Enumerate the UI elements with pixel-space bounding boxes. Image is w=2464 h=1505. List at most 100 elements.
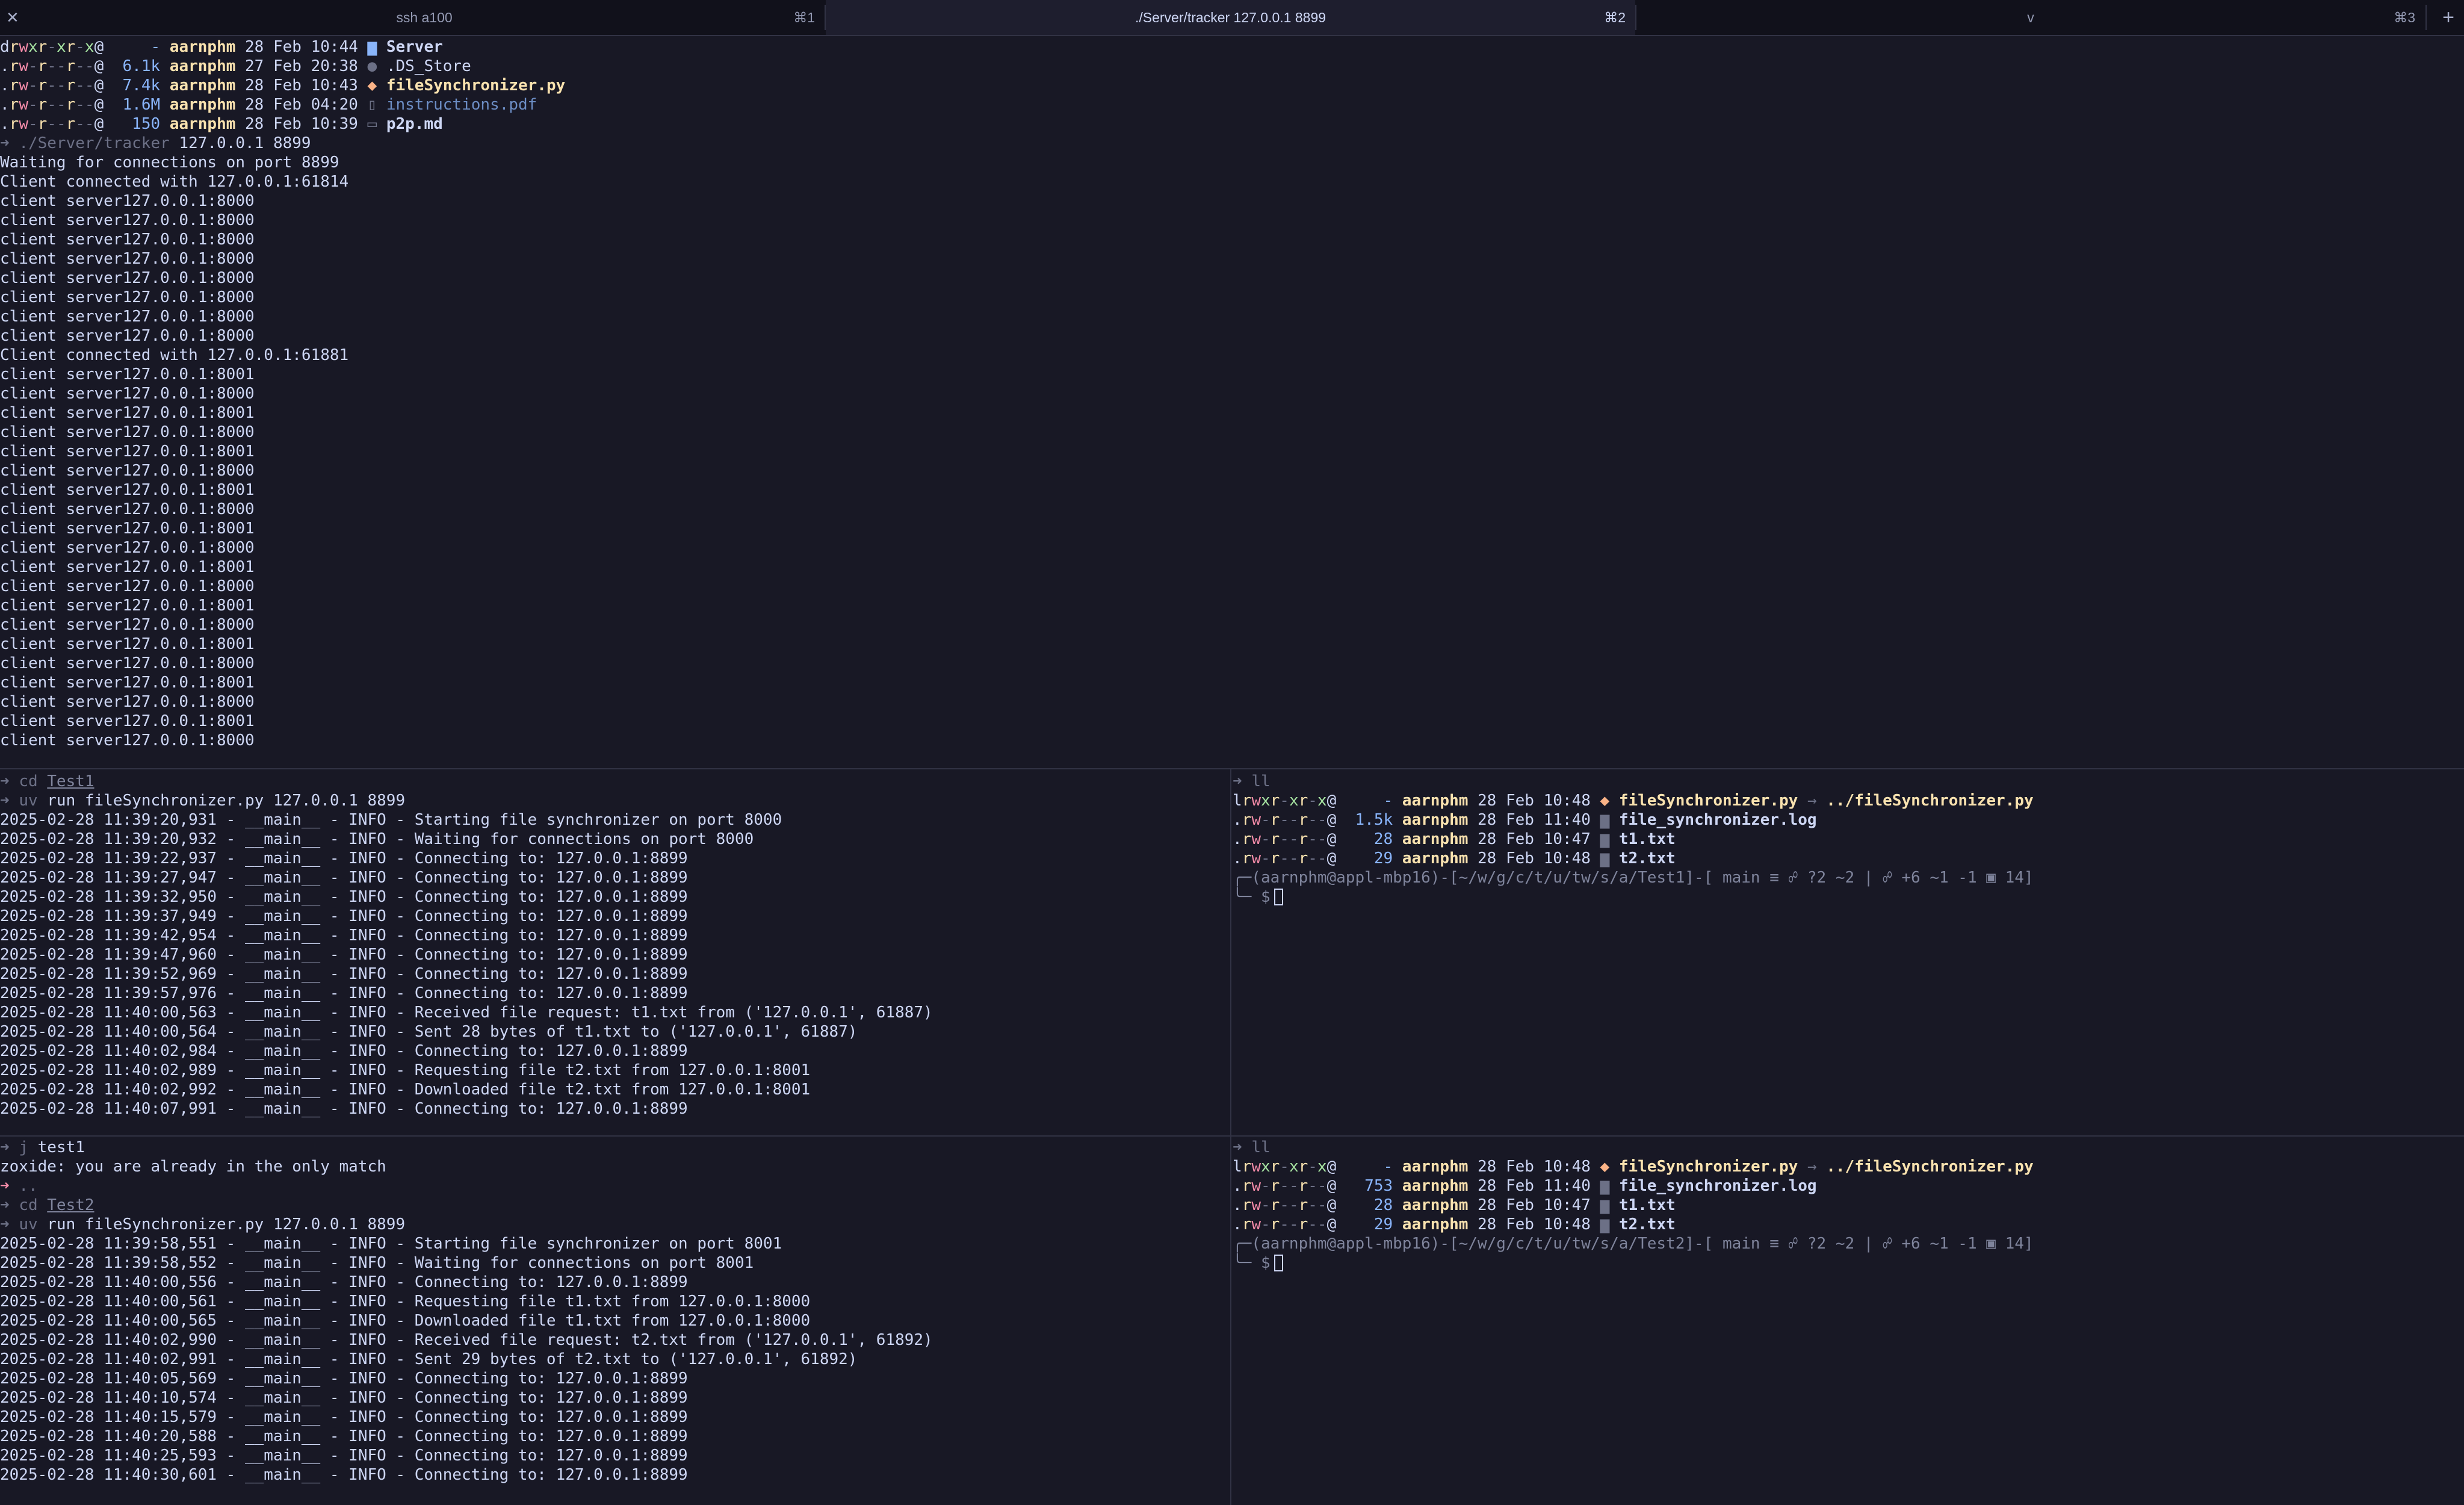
log-line: 2025-02-28 11:39:47,960 - __main__ - INF… — [0, 946, 688, 964]
log-line: 2025-02-28 11:39:52,969 - __main__ - INF… — [0, 965, 688, 983]
file-date: 28 Feb 10:48 — [1478, 792, 1591, 810]
log-line: 2025-02-28 11:40:15,579 - __main__ - INF… — [0, 1408, 688, 1426]
ls-row: .rw-r--r--@ 29 aarnphm 28 Feb 10:48 ▆ t2… — [1233, 1215, 2464, 1234]
file-icon: ◆ — [1600, 1158, 1610, 1176]
file-size: 150 — [132, 115, 161, 133]
output-line: client server127.0.0.1:8000 — [0, 731, 255, 749]
output-line: client server127.0.0.1:8000 — [0, 423, 255, 441]
file-icon: ◆ — [1600, 792, 1610, 810]
output-line: client server127.0.0.1:8001 — [0, 365, 255, 383]
tab-v[interactable]: v ⌘3 — [1636, 0, 2425, 35]
output-line: client server127.0.0.1:8000 — [0, 327, 255, 345]
pane-divider — [0, 1135, 2464, 1137]
pane-tracker[interactable]: drwxr-xr-x@ - aarnphm 28 Feb 10:44 ▆ Ser… — [0, 37, 2464, 766]
permissions: lrwxr-xr-x@ — [1233, 792, 1337, 810]
pane-test2[interactable]: ➜ j test1 zoxide: you are already in the… — [0, 1138, 1229, 1505]
file-size: 28 — [1373, 830, 1393, 848]
permissions: .rw-r--r--@ — [1233, 849, 1337, 867]
permissions: lrwxr-xr-x@ — [1233, 1158, 1337, 1176]
log-line: 2025-02-28 11:40:02,989 - __main__ - INF… — [0, 1061, 811, 1079]
file-size: 1.5k — [1355, 811, 1393, 829]
file-size: - — [150, 38, 161, 56]
file-owner: aarnphm — [169, 115, 236, 133]
file-size: 29 — [1373, 849, 1393, 867]
output-line: client server127.0.0.1:8001 — [0, 520, 255, 538]
tab-ssh[interactable]: ssh a100 ⌘1 — [24, 0, 825, 35]
ls-row: lrwxr-xr-x@ - aarnphm 28 Feb 10:48 ◆ fil… — [1233, 1157, 2464, 1176]
file-name: Server — [386, 38, 443, 56]
prompt-header: ╭─(aarnphm@appl-mbp16)-[~/w/g/c/t/u/tw/s… — [1233, 1235, 2034, 1253]
permissions: .rw-r--r--@ — [0, 76, 104, 95]
pane-ls-test2[interactable]: ➜ ll lrwxr-xr-x@ - aarnphm 28 Feb 10:48 … — [1233, 1138, 2464, 1505]
file-date: 28 Feb 10:44 — [245, 38, 358, 56]
log-output: 2025-02-28 11:39:20,931 - __main__ - INF… — [0, 810, 1229, 1119]
tab-title: v — [2027, 10, 2034, 25]
output-line: client server127.0.0.1:8001 — [0, 597, 255, 615]
output-line: client server127.0.0.1:8000 — [0, 539, 255, 557]
file-icon: ▆ — [1600, 811, 1610, 829]
output-line: Waiting for connections on port 8899 — [0, 154, 339, 172]
log-line: 2025-02-28 11:40:00,565 - __main__ - INF… — [0, 1312, 811, 1330]
file-size: 6.1k — [122, 57, 161, 75]
file-date: 28 Feb 11:40 — [1478, 811, 1591, 829]
log-line: 2025-02-28 11:39:32,950 - __main__ - INF… — [0, 888, 688, 906]
ls-row: .rw-r--r--@ 1.5k aarnphm 28 Feb 11:40 ▆ … — [1233, 810, 2464, 830]
log-line: 2025-02-28 11:40:00,563 - __main__ - INF… — [0, 1004, 933, 1022]
file-owner: aarnphm — [1402, 830, 1469, 848]
permissions: .rw-r--r--@ — [1233, 1215, 1337, 1233]
output-line: client server127.0.0.1:8000 — [0, 693, 255, 711]
file-size: - — [1383, 792, 1393, 810]
pane-divider — [1230, 769, 1231, 1505]
ll-command: ➜ ll — [1233, 1138, 1271, 1156]
pane-test1[interactable]: ➜ cd Test1 ➜ uv run fileSynchronizer.py … — [0, 772, 1229, 1133]
tab-shortcut: ⌘2 — [1604, 10, 1626, 25]
file-name: fileSynchronizer.py — [386, 76, 566, 95]
prompt-input[interactable]: ╰─ $ — [1233, 1253, 2464, 1273]
file-name: p2p.md — [386, 115, 443, 133]
file-icon: ◆ — [367, 76, 377, 95]
output-line: client server127.0.0.1:8000 — [0, 385, 255, 403]
log-line: 2025-02-28 11:40:02,991 - __main__ - INF… — [0, 1350, 858, 1368]
log-line: 2025-02-28 11:40:05,569 - __main__ - INF… — [0, 1370, 688, 1388]
file-icon: ▆ — [1600, 830, 1610, 848]
file-name: t2.txt — [1618, 1215, 1676, 1233]
permissions: .rw-r--r--@ — [0, 115, 104, 133]
output-line: Client connected with 127.0.0.1:61814 — [0, 173, 349, 191]
file-owner: aarnphm — [1402, 811, 1469, 829]
file-date: 28 Feb 10:48 — [1478, 1215, 1591, 1233]
output-line: client server127.0.0.1:8000 — [0, 250, 255, 268]
file-owner: aarnphm — [1402, 1177, 1469, 1195]
ls-row: .rw-r--r--@ 28 aarnphm 28 Feb 10:47 ▆ t1… — [1233, 1196, 2464, 1215]
run-command: ➜ uv run fileSynchronizer.py 127.0.0.1 8… — [0, 1215, 406, 1233]
file-date: 28 Feb 10:43 — [245, 76, 358, 95]
link-arrow: → — [1807, 792, 1817, 810]
tracker-output: Waiting for connections on port 8899 Clie… — [0, 153, 2464, 750]
file-size: 29 — [1373, 1215, 1393, 1233]
link-target: ../fileSynchronizer.py — [1826, 1158, 2034, 1176]
file-date: 28 Feb 10:48 — [1478, 1158, 1591, 1176]
cursor — [1274, 1255, 1283, 1271]
log-line: 2025-02-28 11:40:00,556 - __main__ - INF… — [0, 1273, 688, 1291]
output-line: client server127.0.0.1:8000 — [0, 308, 255, 326]
ls-row: lrwxr-xr-x@ - aarnphm 28 Feb 10:48 ◆ fil… — [1233, 791, 2464, 810]
file-icon: ▆ — [367, 38, 377, 56]
log-line: 2025-02-28 11:40:00,561 - __main__ - INF… — [0, 1292, 811, 1311]
pane-ls-test1[interactable]: ➜ ll lrwxr-xr-x@ - aarnphm 28 Feb 10:48 … — [1233, 772, 2464, 1133]
ls-row: .rw-r--r--@ 1.6M aarnphm 28 Feb 04:20 ▯ … — [0, 95, 2464, 114]
output-line: client server127.0.0.1:8001 — [0, 481, 255, 499]
file-icon: ▆ — [1600, 1196, 1610, 1214]
ls-row: .rw-r--r--@ 753 aarnphm 28 Feb 11:40 ▆ f… — [1233, 1176, 2464, 1196]
log-line: 2025-02-28 11:40:10,574 - __main__ - INF… — [0, 1389, 688, 1407]
close-icon[interactable]: ✕ — [6, 0, 19, 35]
log-line: 2025-02-28 11:39:27,947 - __main__ - INF… — [0, 869, 688, 887]
prompt-input[interactable]: ╰─ $ — [1233, 887, 2464, 907]
permissions: .rw-r--r--@ — [0, 96, 104, 114]
file-name: file_synchronizer.log — [1618, 811, 1817, 829]
output-line: client server127.0.0.1:8001 — [0, 712, 255, 730]
dotdot-command: ➜ .. — [0, 1177, 38, 1195]
new-tab-button[interactable]: + — [2442, 0, 2454, 35]
tab-tracker[interactable]: ./Server/tracker 127.0.0.1 8899 ⌘2 — [826, 0, 1635, 35]
output-line: client server127.0.0.1:8001 — [0, 442, 255, 461]
output-line: client server127.0.0.1:8000 — [0, 616, 255, 634]
log-line: 2025-02-28 11:39:57,976 - __main__ - INF… — [0, 984, 688, 1002]
